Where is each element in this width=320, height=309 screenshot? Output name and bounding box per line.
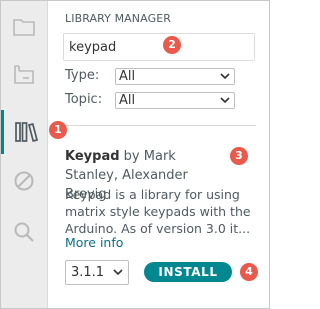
annotation-badge-3: 3	[230, 147, 248, 165]
library-search-input[interactable]	[63, 33, 255, 61]
folder-icon	[13, 19, 35, 36]
library-author-prefix: by	[123, 149, 140, 164]
topic-filter-value: All	[119, 93, 136, 108]
chevron-down-icon	[220, 97, 230, 104]
activity-item-debug[interactable]	[1, 159, 47, 203]
library-name: Keypad	[65, 149, 120, 164]
library-description: Keypad is a library for using matrix sty…	[65, 187, 251, 236]
panel-title: LIBRARY MANAGER	[65, 12, 171, 25]
type-filter-value: All	[119, 69, 136, 84]
topic-filter-select[interactable]: All	[115, 92, 235, 109]
activity-bar	[1, 1, 48, 308]
board-manager-icon	[14, 65, 34, 84]
type-filter-select[interactable]: All	[115, 68, 235, 85]
activity-item-search[interactable]	[1, 210, 47, 254]
topic-filter-label: Topic:	[65, 92, 103, 107]
annotation-badge-4: 4	[240, 263, 258, 281]
version-select[interactable]: 3.1.1	[65, 260, 129, 285]
install-button[interactable]: INSTALL	[144, 262, 232, 282]
version-value: 3.1.1	[71, 265, 105, 280]
debug-icon	[14, 171, 34, 191]
more-info-link[interactable]: More info	[65, 235, 123, 250]
library-manager-icon	[14, 122, 38, 143]
library-manager-window: LIBRARY MANAGER Type: All Topic: All Key…	[0, 0, 270, 309]
type-filter-label: Type:	[65, 68, 100, 83]
activity-item-boards-manager[interactable]	[1, 52, 47, 96]
section-divider	[65, 125, 256, 126]
annotation-badge-2: 2	[163, 36, 181, 54]
search-icon	[14, 222, 34, 242]
chevron-down-icon	[220, 73, 230, 80]
activity-item-sketchbook[interactable]	[1, 5, 47, 49]
annotation-badge-1: 1	[49, 121, 67, 139]
chevron-down-icon	[113, 269, 123, 276]
activity-item-library-manager[interactable]	[1, 110, 47, 154]
